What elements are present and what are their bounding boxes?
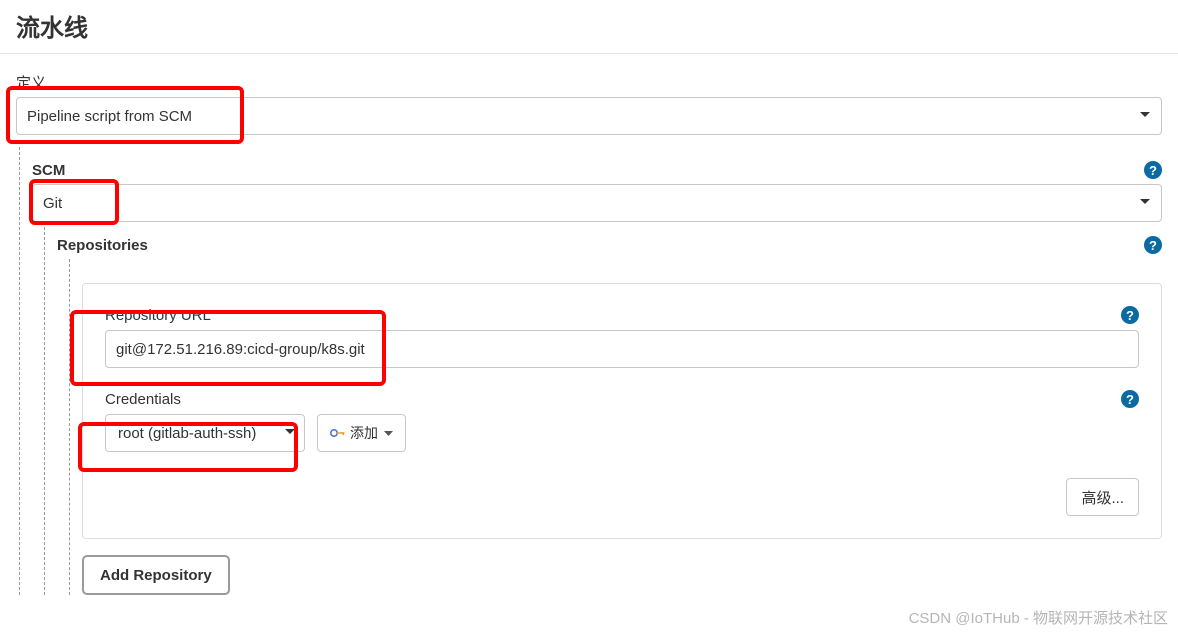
scm-value-text: Git <box>43 195 62 212</box>
add-credentials-label: 添加 <box>350 423 378 443</box>
repositories-label-row: Repositories ? <box>57 236 1162 254</box>
chevron-down-icon <box>1139 109 1151 124</box>
add-credentials-button[interactable]: 添加 <box>317 414 406 452</box>
repository-url-input[interactable] <box>105 330 1139 368</box>
add-repository-button[interactable]: Add Repository <box>82 555 230 595</box>
watermark-text: CSDN @IoTHub - 物联网开源技术社区 <box>909 607 1168 628</box>
help-icon[interactable]: ? <box>1144 236 1162 254</box>
credentials-select[interactable]: root (gitlab-auth-ssh) <box>105 414 305 452</box>
credentials-label: Credentials <box>105 391 181 408</box>
help-icon[interactable]: ? <box>1121 390 1139 408</box>
repository-url-label: Repository URL <box>105 307 211 324</box>
scm-select[interactable]: Git <box>32 184 1162 222</box>
definition-select[interactable]: Pipeline script from SCM <box>16 97 1162 135</box>
scm-label: SCM <box>32 162 65 179</box>
credentials-value-text: root (gitlab-auth-ssh) <box>118 425 256 442</box>
page-title: 流水线 <box>0 0 1178 54</box>
repositories-label: Repositories <box>57 237 148 254</box>
definition-value-text: Pipeline script from SCM <box>27 108 192 125</box>
help-icon[interactable]: ? <box>1121 306 1139 324</box>
caret-down-icon <box>384 425 393 441</box>
scm-label-row: SCM ? <box>32 161 1162 179</box>
repository-box: Repository URL ? Credentials ? <box>82 283 1162 539</box>
key-icon <box>330 426 344 440</box>
pipeline-config: 定义 Pipeline script from SCM SCM ? Git Re… <box>0 54 1178 595</box>
chevron-down-icon <box>1139 196 1151 211</box>
chevron-down-icon <box>284 425 296 442</box>
definition-label: 定义 <box>16 72 1162 93</box>
help-icon[interactable]: ? <box>1144 161 1162 179</box>
advanced-button[interactable]: 高级... <box>1066 478 1139 516</box>
